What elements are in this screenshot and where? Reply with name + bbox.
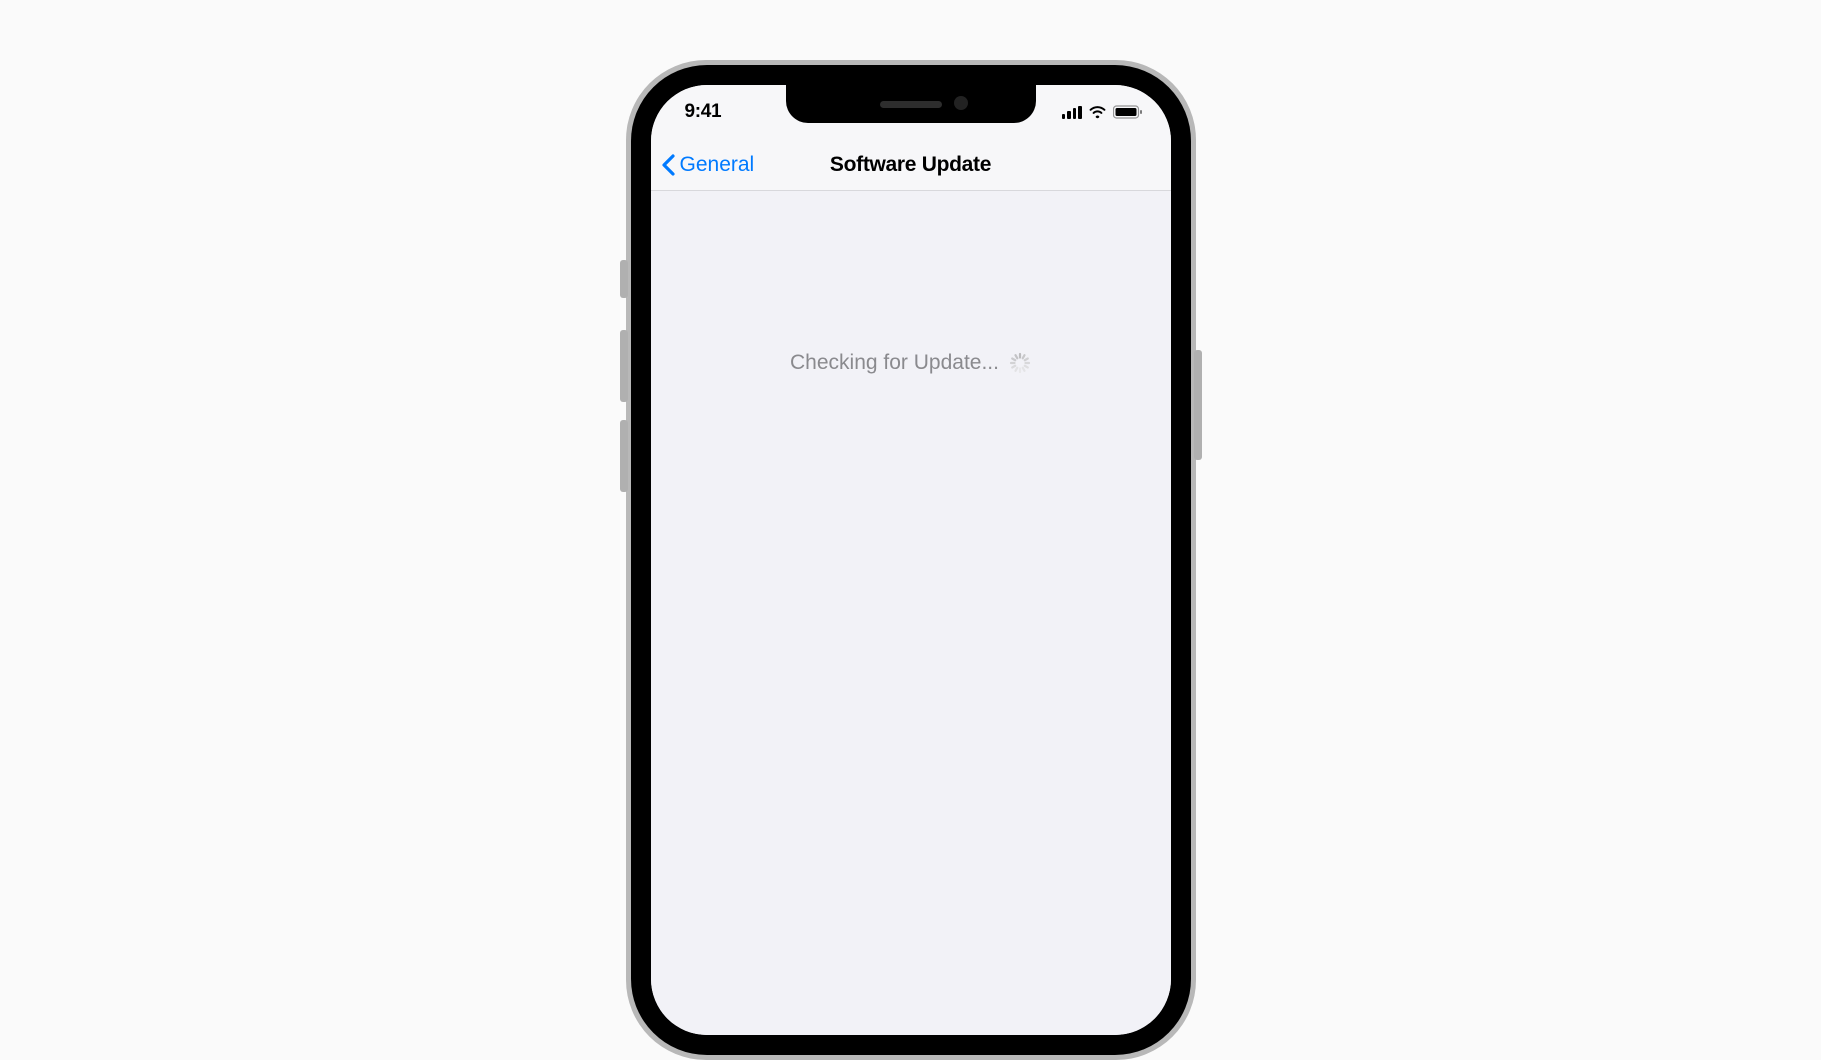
volume-up-button (620, 330, 628, 402)
navigation-bar: General Software Update (651, 139, 1171, 191)
status-time: 9:41 (685, 101, 722, 123)
back-button[interactable]: General (661, 153, 755, 177)
cellular-signal-icon (1062, 106, 1082, 119)
chevron-left-icon (661, 154, 676, 176)
content-area: Checking for Update... (651, 191, 1171, 1035)
battery-icon (1113, 105, 1143, 119)
wifi-icon (1088, 105, 1107, 119)
front-camera (954, 96, 968, 110)
phone-mockup: 9:41 (626, 60, 1196, 1060)
volume-down-button (620, 420, 628, 492)
back-label: General (680, 153, 755, 177)
spinner-icon (1009, 352, 1031, 374)
speaker-grille (880, 101, 942, 108)
ringer-switch (620, 260, 628, 298)
checking-status-text: Checking for Update... (790, 351, 999, 375)
notch (786, 85, 1036, 123)
side-button (1194, 350, 1202, 460)
screen: 9:41 (651, 85, 1171, 1035)
